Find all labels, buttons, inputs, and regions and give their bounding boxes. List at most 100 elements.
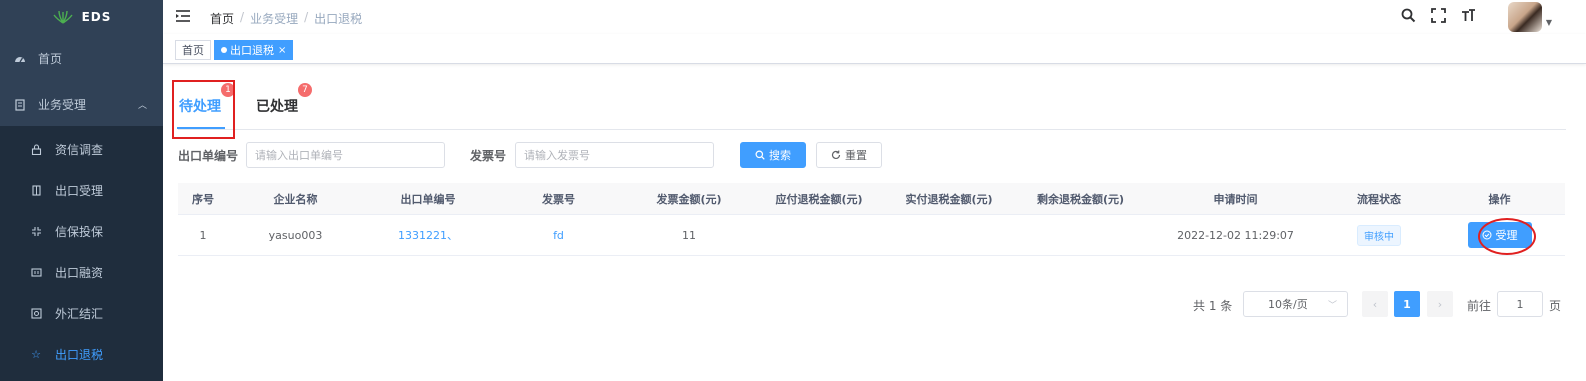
tab-badge: 7 (298, 83, 312, 97)
prev-page-button[interactable]: ‹ (1362, 291, 1388, 317)
page-size-value: 10条/页 (1268, 298, 1308, 311)
font-size-icon[interactable] (1460, 7, 1476, 23)
chevron-down-icon: ﹀ (1327, 300, 1337, 311)
export-no-input[interactable] (246, 142, 445, 168)
export-no-label: 出口单编号 (178, 149, 239, 163)
tag-export-tax-refund[interactable]: 出口退税 × (214, 40, 294, 60)
col-header: 企业名称 (273, 192, 318, 206)
sidebar-item-credit-insurance[interactable]: 信保投保 (0, 211, 163, 252)
tab-processed[interactable]: 已处理 7 (256, 83, 312, 116)
sidebar-item-label: 信保投保 (55, 225, 104, 239)
goto-label: 前往 (1467, 299, 1492, 313)
invoice-label: 发票号 (470, 149, 507, 163)
sidebar-item-export-tax-refund[interactable]: ☆ 出口退税 (0, 334, 163, 375)
logo[interactable]: EDS (0, 0, 163, 34)
caret-down-icon[interactable]: ▼ (1546, 18, 1552, 27)
reset-button-label: 重置 (845, 149, 867, 162)
finance-icon (30, 267, 42, 279)
breadcrumb-separator: / (240, 10, 245, 24)
sidebar-item-label: 首页 (38, 52, 63, 66)
sidebar-item-business[interactable]: 业务受理 ︿ (0, 84, 163, 125)
chevron-right-icon: › (1437, 297, 1443, 311)
sidebar: EDS 首页 业务受理 ︿ 资信调查 出口受理 信保投保 出口融资 外汇结汇 ☆… (0, 0, 163, 381)
sidebar-item-export-finance[interactable]: 出口融资 (0, 252, 163, 293)
accept-button-label: 受理 (1495, 229, 1518, 242)
col-header: 流程状态 (1357, 192, 1401, 206)
table-row: 1 yasuo003 1331221、 fd 11 2022-12-02 11:… (178, 215, 1565, 256)
col-header: 剩余退税金额(元) (1036, 192, 1125, 206)
tab-pending[interactable]: 待处理 1 (179, 83, 235, 116)
page-number: 1 (1403, 297, 1411, 311)
close-icon[interactable]: × (278, 45, 286, 56)
lock-icon (30, 144, 42, 156)
table-header: 序号 企业名称 出口单编号 发票号 发票金额(元) 应付退税金额(元) 实付退税… (178, 183, 1565, 215)
col-header: 实付退税金额(元) (905, 192, 993, 206)
search-icon[interactable] (1400, 7, 1416, 23)
refresh-icon (831, 150, 841, 160)
business-icon (14, 98, 26, 111)
chevron-up-icon: ︿ (137, 101, 147, 111)
col-header: 申请时间 (1213, 192, 1258, 206)
dashboard-icon (14, 53, 26, 65)
sidebar-item-home[interactable]: 首页 (0, 38, 163, 79)
accept-button[interactable]: 受理 (1467, 222, 1532, 248)
tab-label: 待处理 (179, 99, 221, 115)
tags-view: 首页 出口退税 × (163, 34, 1586, 64)
tab-active-indicator (177, 127, 225, 129)
col-header: 出口单编号 (400, 192, 456, 206)
tab-badge: 1 (221, 83, 235, 97)
cell-status: 审核中 (1324, 224, 1434, 246)
logo-leaf-icon (53, 10, 73, 24)
shrink-icon (30, 226, 42, 238)
breadcrumb: 首页 / 业务受理 / 出口退税 (210, 10, 362, 27)
logo-text: EDS (81, 10, 112, 24)
tabs-divider (178, 129, 1566, 130)
goto-page-input[interactable] (1497, 291, 1543, 317)
avatar[interactable] (1508, 2, 1542, 32)
door-icon (30, 185, 42, 197)
chevron-left-icon: ‹ (1372, 297, 1378, 311)
sidebar-item-label: 业务受理 (38, 98, 87, 112)
sidebar-item-label: 外汇结汇 (55, 307, 104, 321)
cell-export-no-link[interactable]: 1331221、 (363, 227, 493, 243)
cell-company: yasuo003 (268, 228, 323, 242)
cell-apply-time: 2022-12-02 11:29:07 (1177, 228, 1294, 242)
sidebar-item-label: 出口退税 (55, 348, 104, 362)
tab-label: 已处理 (256, 99, 298, 115)
cell-invoice-amount: 11 (682, 228, 696, 242)
next-page-button[interactable]: › (1427, 291, 1453, 317)
breadcrumb-home[interactable]: 首页 (210, 10, 234, 27)
cell-invoice-no-link[interactable]: fd (493, 229, 624, 242)
active-dot-icon (221, 47, 227, 53)
breadcrumb-current: 出口退税 (314, 12, 363, 26)
star-icon: ☆ (31, 348, 41, 361)
breadcrumb-separator: / (304, 10, 309, 24)
sidebar-item-label: 出口融资 (55, 266, 104, 280)
search-button-label: 搜索 (769, 149, 791, 162)
page-suffix: 页 (1549, 299, 1562, 313)
sidebar-item-credit-check[interactable]: 资信调查 (0, 129, 163, 170)
status-badge: 审核中 (1357, 224, 1401, 246)
sidebar-item-label: 资信调查 (55, 143, 104, 157)
exchange-icon (30, 308, 42, 320)
invoice-input[interactable] (515, 142, 714, 168)
col-header: 发票号 (542, 192, 575, 206)
data-table: 序号 企业名称 出口单编号 发票号 发票金额(元) 应付退税金额(元) 实付退税… (178, 183, 1565, 256)
col-header: 操作 (1488, 192, 1511, 206)
page-size-select[interactable]: 10条/页 ﹀ (1243, 291, 1348, 317)
sidebar-item-fx-settlement[interactable]: 外汇结汇 (0, 293, 163, 334)
hamburger-icon[interactable] (175, 8, 191, 24)
cell-index: 1 (199, 228, 207, 242)
navbar: 首页 / 业务受理 / 出口退税 ▼ (163, 0, 1586, 34)
sidebar-item-label: 出口受理 (55, 184, 104, 198)
tag-label: 首页 (182, 44, 204, 57)
tag-home[interactable]: 首页 (175, 40, 211, 60)
search-icon (755, 150, 765, 160)
pagination-total: 共 1 条 (1193, 299, 1233, 313)
fullscreen-icon[interactable] (1430, 7, 1446, 23)
reset-button[interactable]: 重置 (816, 142, 882, 168)
search-button[interactable]: 搜索 (740, 142, 806, 168)
page-button-current[interactable]: 1 (1394, 291, 1420, 317)
sidebar-item-export-accept[interactable]: 出口受理 (0, 170, 163, 211)
header-actions (1400, 7, 1476, 23)
